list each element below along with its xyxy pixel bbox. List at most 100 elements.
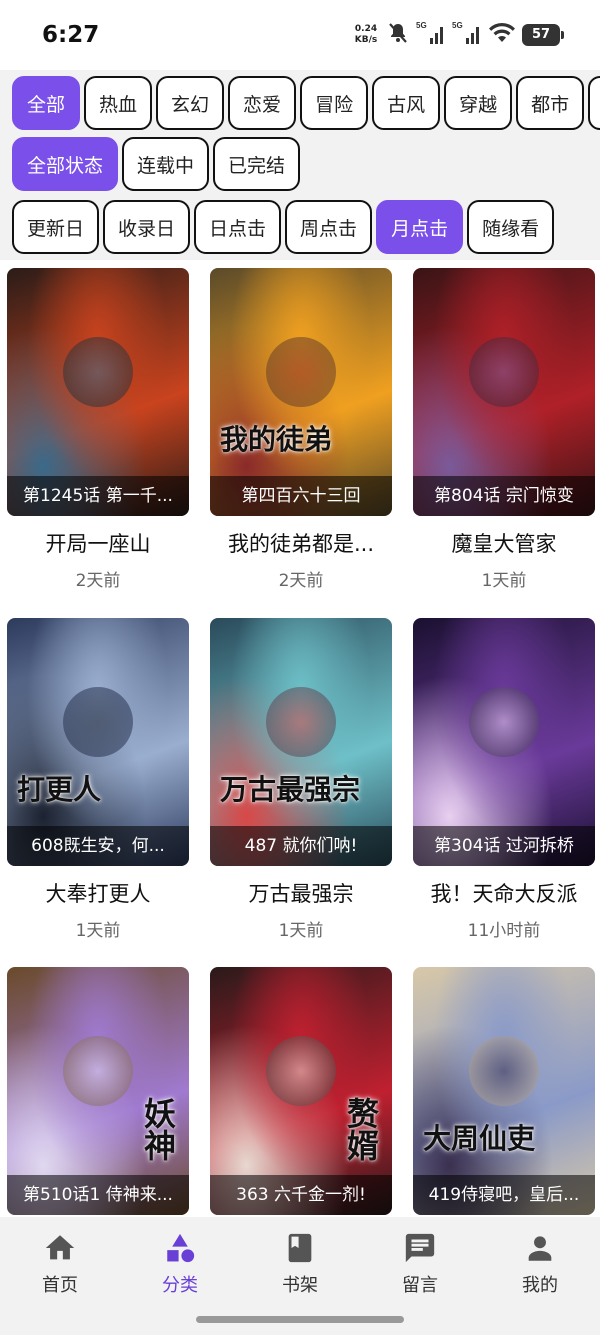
cover-title-art: 大周仙吏 (423, 1122, 536, 1155)
latest-chapter: 419侍寝吧，皇后... (413, 1175, 595, 1215)
latest-chapter: 363 六千金一剂! (210, 1175, 392, 1215)
comic-card[interactable]: 打更人 608既生安，何... 大奉打更人 1天前 (7, 618, 189, 941)
mute-bell-icon (386, 21, 410, 49)
genre-filter-row: 全部热血玄幻恋爱冒险古风穿越都市奇 (12, 76, 600, 130)
genre-filter-chip[interactable]: 恋爱 (228, 76, 297, 130)
comic-cover[interactable]: 我的徒弟第四百六十三回 (210, 268, 392, 516)
latest-chapter: 第304话 过河拆桥 (413, 826, 595, 866)
comic-cover[interactable]: 第1245话 第一千... (7, 268, 189, 516)
update-time: 2天前 (278, 571, 324, 591)
comic-cover[interactable]: 打更人 608既生安，何... (7, 618, 189, 866)
comic-cover[interactable]: 第804话 宗门惊变 (413, 268, 595, 516)
latest-chapter: 608既生安，何... (7, 826, 189, 866)
comic-card[interactable]: 赘婿 363 六千金一剂! (210, 967, 392, 1215)
bottom-nav: 首页 分类 书架 留言 我的 (0, 1217, 600, 1335)
cover-figure (63, 1036, 133, 1107)
comic-card[interactable]: 我的徒弟第四百六十三回我的徒弟都是... 2天前 (210, 268, 392, 591)
wifi-icon (488, 22, 516, 48)
comic-card[interactable]: 第804话 宗门惊变魔皇大管家 1天前 (413, 268, 595, 591)
status-filter-chip[interactable]: 连载中 (122, 137, 210, 191)
profile-icon (528, 1236, 552, 1261)
status-bar: 6:27 0.24 KB/s 5G 5G 57 (0, 0, 600, 70)
cover-title-art: 万古最强宗 (220, 773, 361, 806)
genre-filter-chip[interactable]: 古风 (372, 76, 441, 130)
genre-filter-chip[interactable]: 都市 (516, 76, 585, 130)
update-time: 2天前 (75, 571, 121, 591)
sort-filter-row: 更新日 收录日 日点击 周点击 月点击 随缘看 (12, 200, 555, 254)
comic-card[interactable]: 妖神第510话1 侍神来... (7, 967, 189, 1215)
status-filter-chip[interactable]: 全部状态 (12, 137, 119, 191)
cover-figure (266, 337, 336, 408)
comic-cover[interactable]: 赘婿 363 六千金一剂! (210, 967, 392, 1215)
latest-chapter: 第四百六十三回 (210, 476, 392, 516)
cover-figure (469, 1036, 539, 1107)
category-icon (167, 1233, 195, 1263)
filter-panel: 全部热血玄幻恋爱冒险古风穿越都市奇 全部状态连载中已完结 更新日收录日日点击周点… (0, 70, 600, 260)
svg-text:5G: 5G (452, 21, 463, 30)
svg-text:5G: 5G (416, 21, 427, 30)
cover-figure (469, 337, 539, 408)
cover-figure (63, 687, 133, 758)
sort-filter-chip[interactable]: 周点击 (285, 200, 373, 254)
comic-card[interactable]: 大周仙吏 419侍寝吧，皇后... (413, 967, 595, 1215)
status-filter-chip[interactable]: 已完结 (213, 137, 301, 191)
cover-title-art: 我的徒弟 (220, 423, 333, 456)
cover-figure (266, 1036, 336, 1107)
cover-title-art: 妖神 (139, 1097, 177, 1161)
latest-chapter: 第510话1 侍神来... (7, 1175, 189, 1215)
sort-filter-chip[interactable]: 随缘看 (467, 200, 555, 254)
home-icon (45, 1235, 75, 1260)
sort-filter-chip[interactable]: 更新日 (12, 200, 100, 254)
comic-cover[interactable]: 第304话 过河拆桥 (413, 618, 595, 866)
nav-item-messages[interactable]: 留言 (360, 1231, 480, 1297)
update-time: 1天前 (75, 921, 121, 941)
genre-filter-chip[interactable]: 全部 (12, 76, 81, 130)
latest-chapter: 第1245话 第一千... (7, 476, 189, 516)
comic-title[interactable]: 开局一座山 (7, 528, 189, 558)
update-time: 1天前 (278, 921, 324, 941)
home-indicator[interactable] (196, 1316, 404, 1323)
genre-filter-chip[interactable]: 冒险 (300, 76, 369, 130)
latest-chapter: 487 就你们呐! (210, 826, 392, 866)
status-filter-row: 全部状态 连载中 已完结 (12, 137, 301, 191)
comic-title[interactable]: 我的徒弟都是... (210, 528, 392, 558)
nav-item-home[interactable]: 首页 (0, 1231, 120, 1297)
comic-title[interactable]: 我！天命大反派 (413, 878, 595, 908)
cover-title-art: 打更人 (17, 773, 102, 806)
comic-title[interactable]: 万古最强宗 (210, 878, 392, 908)
latest-chapter: 第804话 宗门惊变 (413, 476, 595, 516)
genre-filter-chip[interactable]: 玄幻 (156, 76, 225, 130)
status-time: 6:27 (42, 22, 100, 48)
genre-filter-chip[interactable]: 热血 (84, 76, 153, 130)
nav-item-bookshelf[interactable]: 书架 (240, 1231, 360, 1297)
sort-filter-chip[interactable]: 月点击 (376, 200, 464, 254)
comic-card[interactable]: 万古最强宗 487 就你们呐! 万古最强宗 1天前 (210, 618, 392, 941)
comic-cover[interactable]: 万古最强宗 487 就你们呐! (210, 618, 392, 866)
comic-cover[interactable]: 大周仙吏 419侍寝吧，皇后... (413, 967, 595, 1215)
update-time: 11小时前 (467, 921, 541, 941)
nav-item-profile[interactable]: 我的 (480, 1231, 600, 1297)
sort-filter-chip[interactable]: 收录日 (103, 200, 191, 254)
comic-card[interactable]: 第1245话 第一千... 开局一座山 2天前 (7, 268, 189, 591)
comic-grid: 第1245话 第一千... 开局一座山 2天前 我的徒弟 第四百六十三回 我的徒弟都是..… (0, 262, 600, 1217)
cover-figure (63, 337, 133, 408)
comic-card[interactable]: 第304话 过河拆桥我！天命大反派 11小时前 (413, 618, 595, 941)
cover-title-art: 赘婿 (342, 1097, 380, 1161)
bookshelf-icon (288, 1233, 312, 1263)
battery-icon: 57 (522, 24, 564, 46)
network-speed: 0.24 KB/s (354, 24, 378, 45)
cover-figure (266, 687, 336, 758)
comic-title[interactable]: 魔皇大管家 (413, 528, 595, 558)
signal-icon: 5G (452, 20, 482, 50)
comic-title[interactable]: 大奉打更人 (7, 878, 189, 908)
nav-item-category[interactable]: 分类 (120, 1231, 240, 1297)
sort-filter-chip[interactable]: 日点击 (194, 200, 282, 254)
message-icon (405, 1233, 435, 1263)
update-time: 1天前 (481, 571, 527, 591)
cover-figure (469, 687, 539, 758)
status-icons: 0.24 KB/s 5G 5G 57 (352, 20, 564, 50)
signal-icon: 5G (416, 20, 446, 50)
comic-cover[interactable]: 妖神第510话1 侍神来... (7, 967, 189, 1215)
genre-filter-chip[interactable]: 奇 (588, 76, 600, 130)
genre-filter-chip[interactable]: 穿越 (444, 76, 513, 130)
